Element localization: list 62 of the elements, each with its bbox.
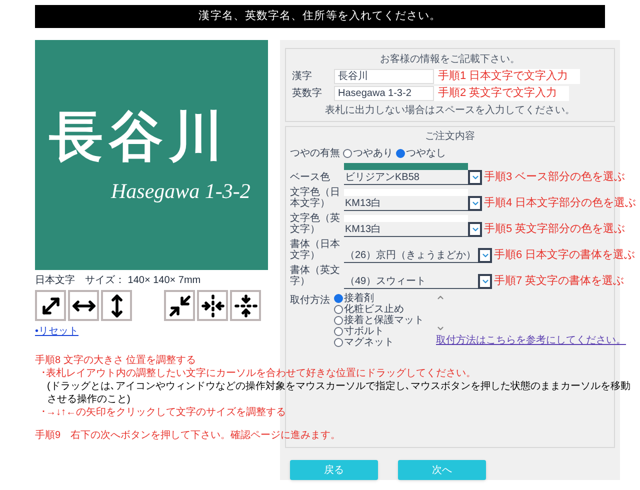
field-label: 書体（日本文字） <box>290 239 341 261</box>
field-note: 表札に出力しない場合はスペースを入力してください。 <box>325 104 575 118</box>
instruction-text: (ドラッグとは､アイコンやウィンドウなどの操作対象をマウスカーソルで指定し､マウスボタンを押した状態のままカーソルを移動させる操作のこと) <box>46 380 632 406</box>
instruction-text: 手順8 文字の大きさ 位置を調整する <box>35 354 196 367</box>
section-heading: お客様の情報をご記載下さい。 <box>380 52 520 67</box>
step-annotation: 手順2 英文字で文字入力 <box>434 86 570 101</box>
resize-button[interactable] <box>230 290 261 321</box>
select-field[interactable]: ビリジアンKB58 <box>344 170 482 185</box>
radio-label[interactable]: 化粧ビス止め <box>344 304 404 315</box>
step-annotation: 手順7 英文字の書体を選ぶ <box>494 274 624 288</box>
radio-button[interactable] <box>334 338 343 347</box>
radio-button[interactable] <box>334 316 343 325</box>
nameplate-roman-text[interactable]: Hasegawa 1-3-2 <box>111 180 250 202</box>
shrink-horizontal-icon <box>200 294 224 318</box>
scroll-up-icon[interactable] <box>436 293 445 302</box>
reset-link[interactable]: •リセット <box>35 324 79 339</box>
text-field[interactable]: 長谷川 <box>334 69 434 84</box>
radio-label[interactable]: つやあり <box>353 146 393 161</box>
field-label: 漢字 <box>292 70 313 84</box>
radio-button[interactable] <box>343 149 352 158</box>
field-label: 書体（英文字） <box>290 265 341 287</box>
radio-button[interactable] <box>396 149 405 158</box>
instruction-text: 手順9 右下の次へボタンを押して下さい。確認ページに進みます。 <box>35 429 341 442</box>
field-label: 文字色（英文字） <box>290 213 341 235</box>
instruction-text: ･→↓↑←の矢印をクリックして文字のサイズを調整する <box>40 406 286 419</box>
resize-button[interactable] <box>35 290 66 321</box>
resize-button[interactable] <box>68 290 99 321</box>
resize-button[interactable] <box>101 290 132 321</box>
radio-button[interactable] <box>334 327 343 336</box>
radio-label[interactable]: マグネット <box>344 337 394 348</box>
radio-label[interactable]: つやなし <box>406 146 446 161</box>
select-field[interactable]: KM13白 <box>344 196 482 211</box>
shrink-diagonal-icon <box>168 294 192 318</box>
field-label: 英数字 <box>292 86 323 101</box>
radio-button[interactable] <box>334 294 343 303</box>
radio-label[interactable]: 接着と保護マット <box>344 315 424 326</box>
radio-label[interactable]: 寸ボルト <box>344 326 384 337</box>
nameplate-kanji-text[interactable]: 長谷川 <box>49 108 229 162</box>
shrink-vertical-icon <box>234 294 258 318</box>
select-field[interactable]: （49）スウィート <box>344 274 492 289</box>
scroll-down-icon[interactable] <box>436 324 445 333</box>
step-annotation: 手順5 英文字部分の色を選ぶ <box>484 222 626 236</box>
field-label: ベース色 <box>290 172 331 183</box>
step-annotation: 手順4 日本文字部分の色を選ぶ <box>484 196 636 210</box>
resize-button[interactable] <box>164 290 195 321</box>
select-field[interactable]: KM13白 <box>344 222 482 237</box>
field-label: つやの有無 <box>290 147 340 161</box>
field-label: 文字色（日本文字） <box>290 187 341 209</box>
radio-button[interactable] <box>334 305 343 314</box>
page-banner: 漢字名、英数字名、住所等を入れてください。 <box>35 5 605 28</box>
text-field[interactable]: Hasegawa 1-3-2 <box>334 86 434 101</box>
radio-label[interactable]: 接着剤 <box>344 293 374 304</box>
size-label: 日本文字 サイズ： 140× 140× 7mm <box>35 274 201 288</box>
step-annotation: 手順1 日本文字で文字入力 <box>434 69 580 84</box>
field-label: 取付方法 <box>290 294 330 308</box>
section-heading: ご注文内容 <box>425 130 475 144</box>
resize-button[interactable] <box>197 290 228 321</box>
instruction-text: ･表札レイアウト内の調整したい文字にカーソルを合わせて好きな位置にドラッグしてください。 <box>40 367 476 380</box>
mounting-help-link[interactable]: 取付方法はこちらを参考にしてください。 <box>436 335 626 347</box>
select-field[interactable]: （26）京円（きょうまどか） <box>344 248 492 263</box>
step-annotation: 手順6 日本文字の書体を選ぶ <box>494 248 636 262</box>
step-annotation: 手順3 ベース部分の色を選ぶ <box>484 170 626 184</box>
